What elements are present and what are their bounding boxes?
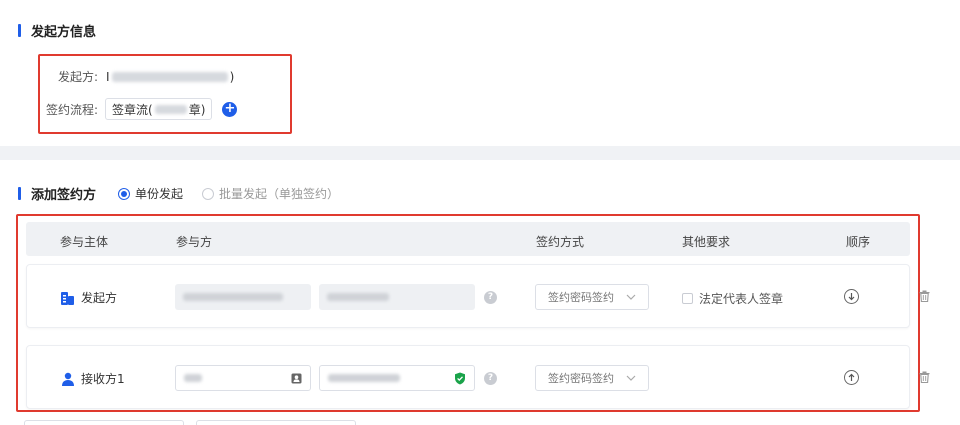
radio-batch-label: 批量发起（单独签约） xyxy=(219,187,340,201)
delete-icon[interactable] xyxy=(919,290,930,302)
flow-value-prefix: 签章流( xyxy=(112,102,153,117)
chevron-down-icon xyxy=(626,294,636,300)
help-icon[interactable]: ? xyxy=(484,372,497,385)
header-party: 参与方 xyxy=(176,235,213,249)
redacted-receiver-account xyxy=(328,374,400,382)
redacted-flow-name xyxy=(154,104,187,114)
header-subject: 参与主体 xyxy=(60,235,109,249)
header-other-requirement: 其他要求 xyxy=(682,235,731,249)
receiver-name-input[interactable] xyxy=(175,365,311,391)
sign-method-select-initiator[interactable]: 签约密码签约 xyxy=(535,284,649,310)
move-down-button[interactable] xyxy=(844,289,859,304)
title-accent-bar xyxy=(18,24,21,37)
sign-method-value: 签约密码签约 xyxy=(548,291,614,304)
receiver-account-input[interactable] xyxy=(319,365,475,391)
legal-rep-checkbox[interactable]: 法定代表人签章 xyxy=(682,290,783,307)
contact-book-icon[interactable] xyxy=(291,373,302,384)
redacted-initiator-name xyxy=(111,71,228,82)
flow-label: 签约流程: xyxy=(46,102,99,117)
redacted-account xyxy=(327,293,389,301)
header-order: 顺序 xyxy=(846,235,871,249)
header-sign-method: 签约方式 xyxy=(536,235,585,249)
radio-single-circle[interactable] xyxy=(118,187,130,200)
flow-row: 签约流程: 签章流( 章) + xyxy=(46,98,238,120)
signer-section-title-text: 添加签约方 xyxy=(31,188,97,203)
subject-receiver: 接收方1 xyxy=(61,370,125,387)
initiator-account-input xyxy=(319,284,475,310)
person-icon xyxy=(62,372,74,386)
checkbox-box[interactable] xyxy=(682,293,693,304)
legal-rep-label: 法定代表人签章 xyxy=(699,292,784,306)
flow-select[interactable]: 签章流( 章) xyxy=(105,98,213,120)
company-icon xyxy=(61,291,74,305)
initiator-org-input xyxy=(175,284,311,310)
initiator-section-title-text: 发起方信息 xyxy=(31,25,97,40)
initiator-value-prefix: I xyxy=(106,69,110,84)
redacted-receiver-name xyxy=(184,374,202,382)
chevron-down-icon xyxy=(626,375,636,381)
initiator-section-title: 发起方信息 xyxy=(18,21,96,40)
initiator-info-section: 发起方信息 发起方: I ) 签约流程: 签章流( 章) + xyxy=(0,0,960,146)
initiator-value-suffix: ) xyxy=(229,69,235,84)
table-row-initiator: 发起方 ? 签约密码签约 法定代表人签章 xyxy=(26,264,910,328)
signer-table-header: 参与主体 参与方 签约方式 其他要求 顺序 xyxy=(26,222,910,256)
radio-batch-circle[interactable] xyxy=(202,187,214,200)
arrow-up-icon xyxy=(848,373,855,381)
signer-section-title: 添加签约方 xyxy=(18,184,96,203)
move-up-button[interactable] xyxy=(844,370,859,385)
verified-shield-icon xyxy=(455,372,465,384)
delete-icon[interactable] xyxy=(919,371,930,383)
initiator-row: 发起方: I ) xyxy=(58,68,234,85)
subject-initiator: 发起方 xyxy=(61,289,117,306)
subject-initiator-label: 发起方 xyxy=(81,291,118,305)
add-flow-button[interactable]: + xyxy=(222,101,238,117)
radio-single[interactable]: 单份发起 xyxy=(118,185,183,202)
redacted-org xyxy=(183,293,283,301)
initiator-label: 发起方: xyxy=(58,70,99,84)
radio-single-label: 单份发起 xyxy=(135,187,184,201)
sign-method-select-receiver[interactable]: 签约密码签约 xyxy=(535,365,649,391)
table-row-receiver: 接收方1 ? 签约密码签约 xyxy=(26,345,910,409)
help-icon[interactable]: ? xyxy=(484,291,497,304)
initiator-value: I ) xyxy=(106,70,234,84)
subject-receiver-label: 接收方1 xyxy=(81,372,125,386)
bottom-button-partial-2[interactable] xyxy=(196,420,356,425)
flow-value-suffix: 章) xyxy=(188,102,206,117)
bottom-button-partial-1[interactable] xyxy=(24,420,184,425)
radio-batch[interactable]: 批量发起（单独签约） xyxy=(202,185,339,202)
sign-method-value: 签约密码签约 xyxy=(548,372,614,385)
arrow-down-icon xyxy=(848,293,855,301)
title-accent-bar xyxy=(18,187,21,200)
highlight-box-initiator xyxy=(38,54,292,134)
